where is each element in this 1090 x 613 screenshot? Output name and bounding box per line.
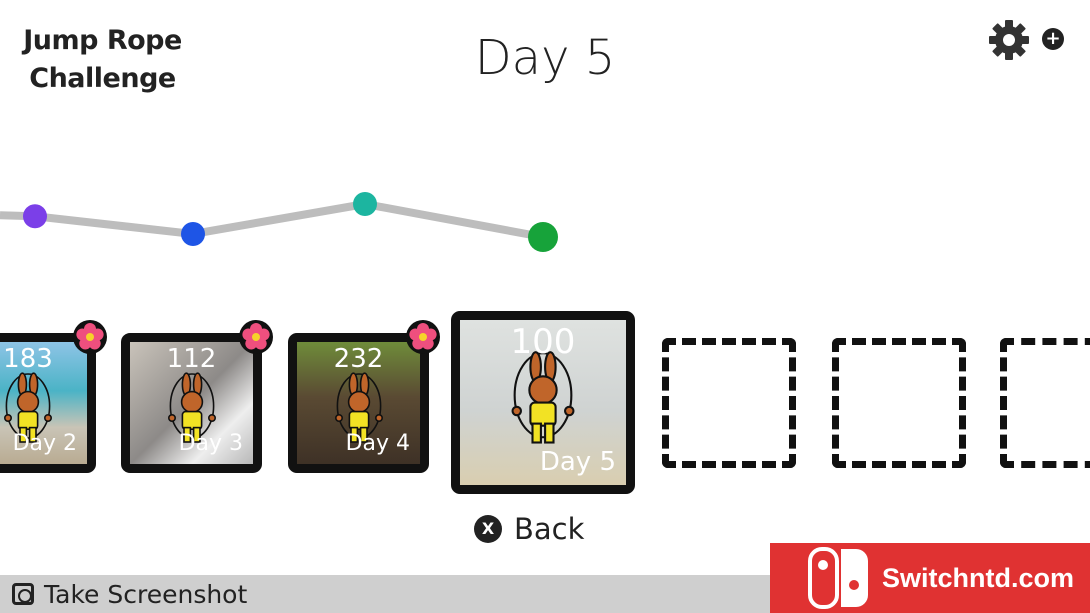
chart-point <box>181 222 205 246</box>
jump-count: 112 <box>166 344 217 374</box>
day-label: Day 3 <box>178 431 243 456</box>
flower-badge-icon <box>405 319 441 355</box>
chart-point <box>528 222 558 252</box>
day-label: Day 4 <box>345 431 410 456</box>
flower-badge-icon <box>72 319 108 355</box>
take-screenshot-label[interactable]: Take Screenshot <box>44 580 247 609</box>
chart-point <box>353 192 377 216</box>
day-label: Day 2 <box>12 431 77 456</box>
empty-day-slot <box>832 338 966 468</box>
x-button-icon: X <box>474 515 502 543</box>
watermark-text: Switchntd.com <box>882 562 1075 593</box>
day-tile-selected[interactable]: 100 Day 5 <box>451 311 635 494</box>
jump-count: 100 <box>510 322 576 362</box>
back-button[interactable]: X Back <box>474 512 584 546</box>
day-label: Day 5 <box>539 447 616 477</box>
empty-day-slot <box>662 338 796 468</box>
jump-count: 232 <box>333 344 384 374</box>
progress-chart <box>0 192 558 252</box>
back-label: Back <box>514 512 585 546</box>
switch-logo-icon <box>808 547 868 609</box>
empty-day-slot <box>1000 338 1090 468</box>
watermark: Switchntd.com <box>770 543 1090 613</box>
capture-button-icon <box>12 583 34 605</box>
flower-badge-icon <box>238 319 274 355</box>
chart-point <box>23 204 47 229</box>
bunny-jumper-icon <box>511 351 575 444</box>
chart-line <box>0 199 544 241</box>
